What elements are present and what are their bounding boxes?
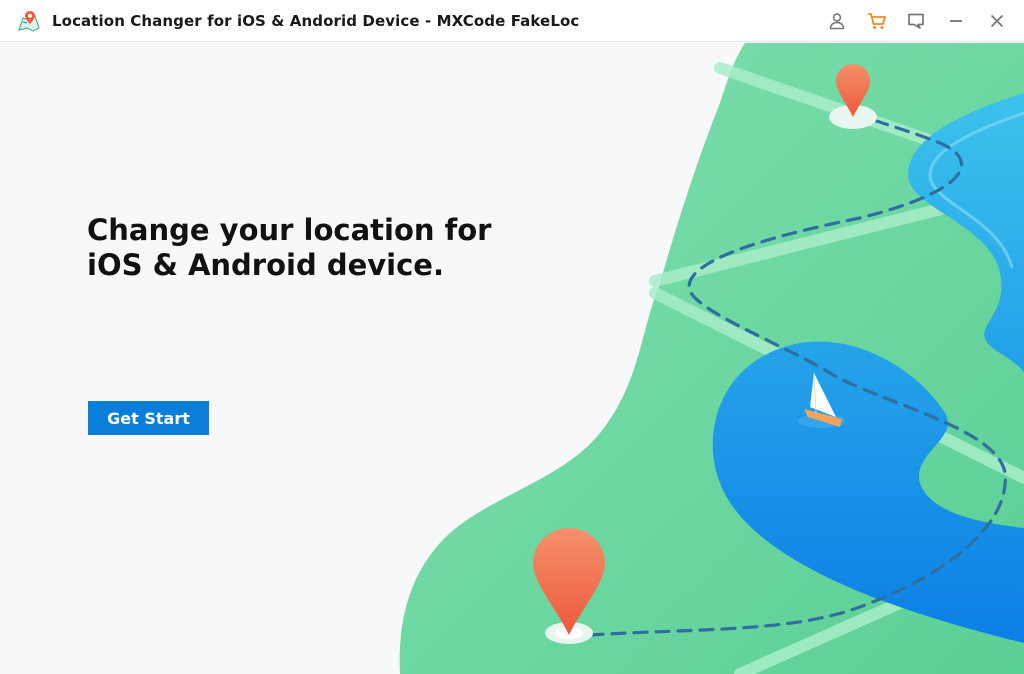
minimize-button[interactable] xyxy=(944,9,968,33)
close-button[interactable] xyxy=(985,9,1009,33)
account-button[interactable] xyxy=(825,9,849,33)
cart-icon xyxy=(868,13,886,29)
feedback-icon xyxy=(908,13,924,29)
hero-headline-line-2: iOS & Android device. xyxy=(87,248,444,282)
title-bar: Location Changer for iOS & Andorid Devic… xyxy=(0,0,1024,42)
minimize-icon xyxy=(950,20,962,22)
feedback-button[interactable] xyxy=(904,9,928,33)
window-title: Location Changer for iOS & Andorid Devic… xyxy=(52,12,580,30)
hero-headline: Change your location for iOS & Android d… xyxy=(87,213,527,283)
map-illustration xyxy=(399,43,1024,674)
user-icon xyxy=(829,13,845,30)
app-logo-icon xyxy=(18,11,40,32)
hero-headline-line-1: Change your location for xyxy=(87,213,492,247)
close-icon xyxy=(990,14,1004,28)
get-start-button[interactable]: Get Start xyxy=(88,401,209,435)
welcome-canvas: Change your location for iOS & Android d… xyxy=(0,43,1024,674)
cart-button[interactable] xyxy=(865,9,889,33)
